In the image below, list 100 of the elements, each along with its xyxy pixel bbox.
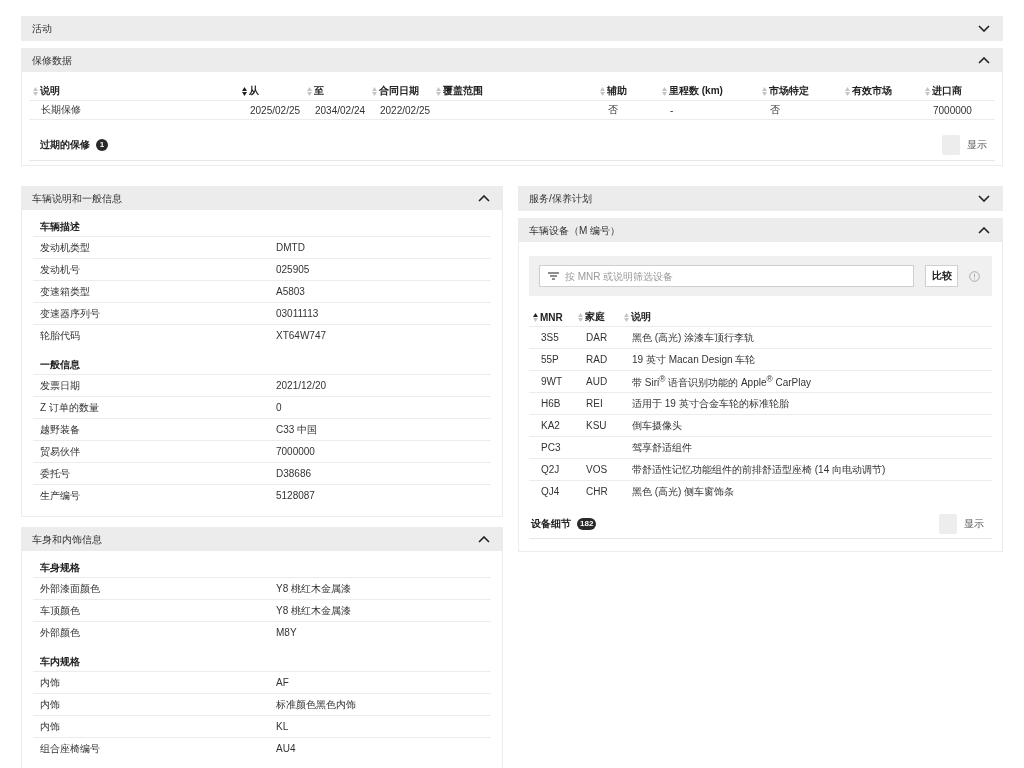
column-header[interactable]: 合同日期 [368, 84, 432, 98]
field-value: C33 中国 [276, 423, 318, 435]
table-cell: 9WT [541, 376, 563, 387]
field-label: 轮胎代码 [40, 329, 80, 341]
field-value: AU4 [276, 743, 296, 754]
table-cell: 黑色 (高光) 侧车窗饰条 [632, 485, 735, 497]
column-header[interactable]: 有效市场 [841, 84, 921, 98]
table-cell: CHR [586, 486, 608, 497]
field-value: AF [276, 677, 289, 688]
filter-icon [548, 272, 559, 280]
field-label: 发动机号 [40, 263, 80, 275]
field-value: 5128087 [276, 490, 315, 501]
toggle-label: 显示 [964, 517, 984, 531]
field-label: 变速箱类型 [40, 285, 90, 297]
table-cell: 适用于 19 英寸合金车轮的标准轮胎 [632, 397, 789, 409]
table-cell: 7000000 [933, 104, 972, 116]
field-label: 内饰 [40, 676, 60, 688]
table-cell: 2025/02/25 [250, 104, 301, 116]
table-cell: REI [586, 398, 603, 409]
field-label: 外部颜色 [40, 626, 80, 638]
field-label: Z 订单的数量 [40, 401, 99, 413]
column-header[interactable]: 进口商 [921, 84, 995, 98]
table-cell: - [670, 104, 674, 116]
field-label: 组合座椅编号 [40, 742, 100, 754]
field-label: 内饰 [40, 698, 60, 710]
table-cell: 黑色 (高光) 涂漆车顶行李轨 [632, 331, 755, 343]
field-label: 车顶颜色 [40, 604, 80, 616]
field-value: 03011113 [276, 308, 319, 319]
field-value: 025905 [276, 264, 310, 275]
field-value: 标准颜色黑色内饰 [276, 698, 356, 710]
section-label: 设备细节 [531, 517, 571, 531]
field-value: A5803 [276, 286, 305, 297]
column-header[interactable]: MNR [529, 311, 574, 323]
column-header[interactable]: 家庭 [574, 310, 620, 324]
field-label: 生产编号 [40, 489, 80, 501]
field-label: 发票日期 [40, 379, 80, 391]
group-heading: 一般信息 [39, 358, 81, 372]
field-value: Y8 桃红木金属漆 [276, 604, 351, 616]
panel-header[interactable]: 保修数据 [22, 49, 1002, 72]
column-header[interactable]: 说明 [29, 84, 238, 98]
field-label: 委托号 [40, 467, 70, 479]
field-value: M8Y [276, 627, 297, 638]
filter-field[interactable]: 按 MNR 或说明筛选设备 [539, 265, 914, 287]
field-label: 越野装备 [40, 423, 80, 435]
field-label: 内饰 [40, 720, 60, 732]
field-value: 2021/12/20 [276, 380, 327, 391]
table-cell: PC3 [541, 442, 561, 453]
column-header[interactable]: 里程数 (km) [658, 84, 758, 98]
panel-header[interactable]: 车身和内饰信息 [22, 528, 502, 551]
column-header[interactable]: 至 [303, 84, 368, 98]
panel-header[interactable]: 服务/保养计划 [519, 187, 1002, 210]
field-label: 贸易伙伴 [40, 445, 80, 457]
panel-header[interactable]: 车辆说明和一般信息 [22, 187, 502, 210]
column-header[interactable]: 市场特定 [758, 84, 841, 98]
count-badge: 1 [96, 139, 108, 151]
field-label: 外部漆面颜色 [40, 582, 100, 594]
table-cell: 2022/02/25 [380, 104, 431, 116]
table-cell: KSU [586, 420, 607, 431]
table-cell: 2034/02/24 [315, 104, 366, 116]
column-header[interactable]: 覆盖范围 [432, 84, 596, 98]
field-value: DMTD [276, 242, 305, 253]
table-cell: DAR [586, 332, 608, 343]
field-value: 7000000 [276, 446, 315, 457]
table-cell: Q2J [541, 464, 560, 475]
table-cell: 长期保修 [41, 104, 81, 115]
table-cell: 驾享舒适组件 [632, 441, 692, 453]
column-header[interactable]: 说明 [620, 310, 992, 324]
table-cell: 倒车摄像头 [632, 419, 682, 431]
panel-header[interactable]: 活动 [22, 17, 1002, 40]
count-badge: 182 [577, 518, 597, 530]
info-icon[interactable] [969, 270, 980, 282]
panel-header[interactable]: 车辆设备（M 编号） [519, 219, 1002, 242]
column-header[interactable]: 辅助 [596, 84, 658, 98]
field-label: 发动机类型 [40, 241, 90, 253]
table-cell: 带 Siri$^{®}$ 语音识别功能的 Apple$^{®}$ CarPlay [632, 376, 811, 388]
table-cell: 否 [608, 104, 618, 115]
table-cell: 55P [541, 354, 559, 365]
table-cell: QJ4 [541, 486, 560, 497]
group-heading: 车内规格 [39, 655, 81, 669]
toggle-label: 显示 [967, 138, 987, 152]
field-label: 变速器序列号 [40, 307, 100, 319]
field-value: Y8 桃红木金属漆 [276, 582, 351, 594]
table-cell: 3S5 [541, 332, 559, 343]
field-value: 0 [276, 402, 282, 413]
section-label: 过期的保修 [40, 138, 90, 152]
field-value: KL [276, 721, 289, 732]
compare-button[interactable]: 比较 [925, 265, 958, 287]
group-heading: 车身规格 [39, 561, 81, 575]
table-cell: AUD [586, 376, 608, 387]
table-cell: RAD [586, 354, 608, 365]
table-cell: 带舒适性记忆功能组件的前排舒适型座椅 (14 向电动调节) [632, 463, 886, 475]
field-value: XT64W747 [276, 330, 327, 341]
table-cell: VOS [586, 464, 608, 475]
field-value: D38686 [276, 468, 312, 479]
table-cell: 否 [770, 104, 780, 115]
table-cell: H6B [541, 398, 561, 409]
column-header[interactable]: 从 [238, 84, 303, 98]
table-cell: 19 英寸 Macan Design 车轮 [632, 353, 756, 365]
table-cell: KA2 [541, 420, 560, 431]
group-heading: 车辆描述 [39, 220, 81, 234]
